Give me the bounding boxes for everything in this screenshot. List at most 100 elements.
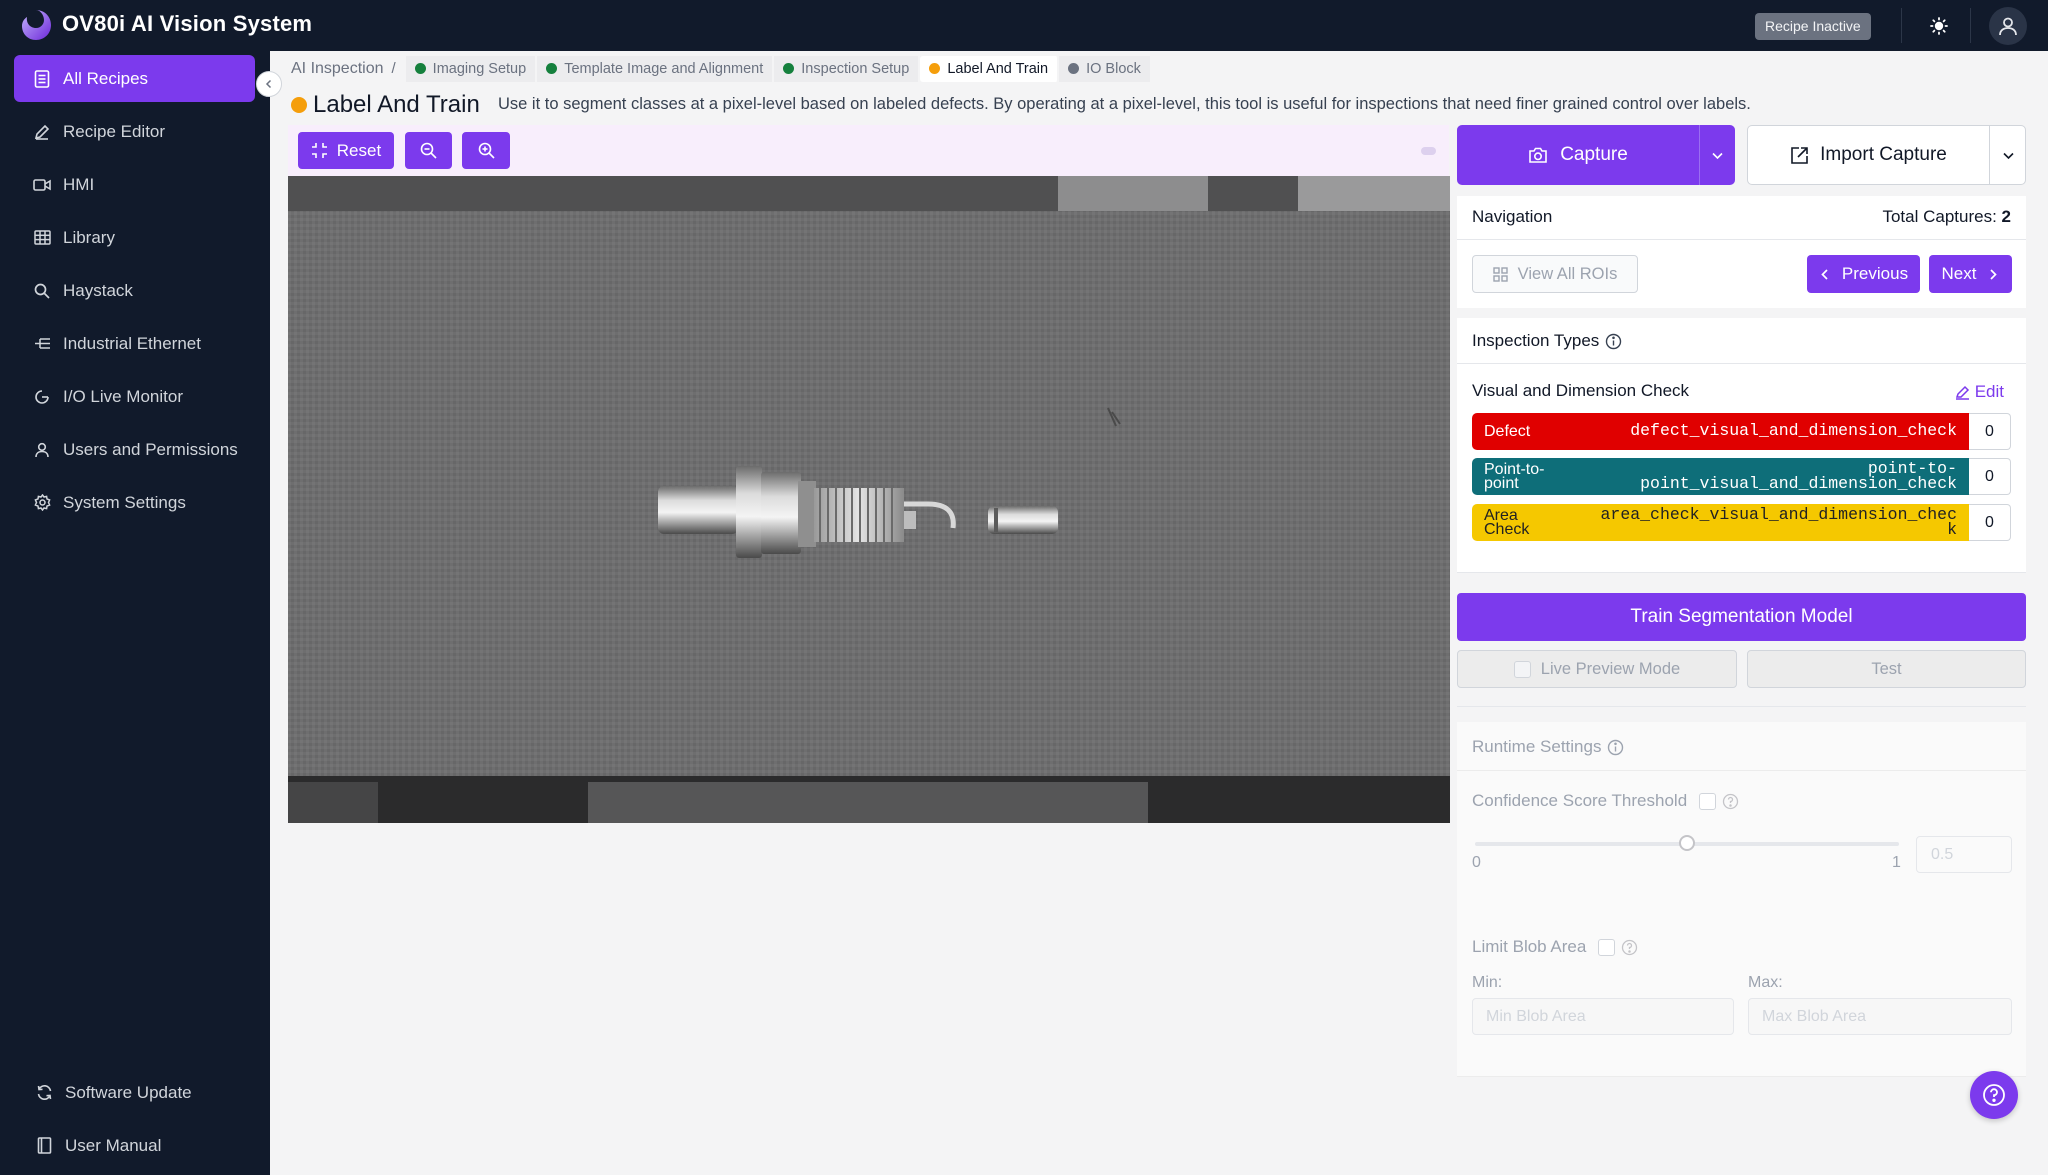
sidebar-item-io-live-monitor[interactable]: I/O Live Monitor: [14, 373, 255, 420]
status-dot: [414, 63, 426, 74]
divider: [1457, 1076, 2026, 1077]
chevron-left-icon: [265, 79, 272, 89]
inspection-types-title: Inspection Types: [1472, 331, 1600, 350]
sidebar-item-recipe-editor[interactable]: Recipe Editor: [14, 108, 255, 155]
live-preview-checkbox[interactable]: [1513, 660, 1531, 678]
inspection-tag-area-check[interactable]: Area Check area_check_visual_and_dimensi…: [1472, 504, 2012, 541]
help-button[interactable]: [1970, 1071, 2018, 1119]
help-icon[interactable]: [1621, 939, 1638, 956]
tag-label: Check: [1484, 521, 1530, 538]
confidence-label-text: Confidence Score Threshold: [1472, 791, 1688, 810]
live-preview-mode-button[interactable]: Live Preview Mode: [1457, 650, 1737, 688]
capture-image-canvas[interactable]: [288, 176, 1450, 823]
inspection-types-header: Inspection Types: [1472, 331, 1622, 351]
confidence-input[interactable]: 0.5: [1916, 836, 2012, 873]
sidebar-item-hmi[interactable]: HMI: [14, 161, 255, 208]
inspection-tag-point-to-point[interactable]: Point-to- point point-to- point_visual_a…: [1472, 458, 2012, 495]
document-icon: [33, 69, 51, 88]
reset-button[interactable]: Reset: [298, 132, 394, 169]
confidence-slider-thumb[interactable]: [1679, 835, 1695, 851]
page-title: Label And Train: [313, 91, 480, 118]
zoom-out-icon: [420, 142, 437, 159]
max-blob-area-input[interactable]: Max Blob Area: [1748, 998, 2012, 1035]
capture-button[interactable]: Capture: [1457, 125, 1735, 185]
chevron-down-icon: [2002, 152, 2014, 159]
total-captures-value: 2: [2001, 207, 2011, 226]
sidebar-item-industrial-ethernet[interactable]: Industrial Ethernet: [14, 320, 255, 367]
divider: [1457, 239, 2026, 240]
zoom-in-button[interactable]: [462, 132, 510, 169]
toolbar-indicator: [1421, 147, 1436, 155]
import-capture-button[interactable]: Import Capture: [1747, 125, 2026, 185]
capture-dropdown-button[interactable]: [1699, 125, 1735, 185]
step-label: Label And Train: [947, 60, 1049, 77]
pencil-icon: [1955, 385, 1969, 400]
help-icon[interactable]: [1722, 793, 1739, 810]
previous-button[interactable]: Previous: [1807, 255, 1920, 293]
step-tab-inspection-setup[interactable]: Inspection Setup: [774, 55, 921, 82]
min-blob-area-input[interactable]: Min Blob Area: [1472, 998, 1734, 1035]
next-button[interactable]: Next: [1929, 255, 2012, 293]
confidence-checkbox[interactable]: [1699, 792, 1717, 810]
train-segmentation-model-button[interactable]: Train Segmentation Model: [1457, 593, 2026, 641]
user-menu-button[interactable]: [1989, 7, 2027, 45]
sidebar-item-label: Library: [63, 227, 115, 247]
limit-blob-area-label: Limit Blob Area: [1472, 937, 1638, 957]
sidebar-item-haystack[interactable]: Haystack: [14, 267, 255, 314]
status-dot: [783, 63, 795, 74]
inspection-tag-defect[interactable]: Defect defect_visual_and_dimension_check…: [1472, 413, 2012, 450]
sidebar-item-label: HMI: [63, 174, 95, 194]
info-icon[interactable]: [1605, 333, 1622, 350]
step-tab-imaging-setup[interactable]: Imaging Setup: [405, 55, 538, 82]
step-label: Inspection Setup: [801, 60, 910, 77]
theme-toggle-button[interactable]: [1922, 9, 1955, 42]
recipe-status-badge: Recipe Inactive: [1755, 13, 1871, 40]
topbar-divider: [1901, 8, 1902, 43]
sidebar-item-label: User Manual: [65, 1135, 162, 1155]
divider: [1457, 363, 2026, 364]
zoom-out-button[interactable]: [405, 132, 452, 169]
fit-screen-icon: [311, 143, 327, 158]
step-tab-io-block[interactable]: IO Block: [1059, 55, 1152, 82]
blob-label-text: Limit Blob Area: [1472, 937, 1587, 956]
divider: [1457, 706, 2026, 707]
page-description: Use it to segment classes at a pixel-lev…: [498, 95, 1751, 113]
tag-label: Defect: [1484, 423, 1531, 440]
test-button[interactable]: Test: [1747, 650, 2026, 688]
sidebar-item-user-manual[interactable]: User Manual: [16, 1122, 257, 1169]
refresh-icon: [35, 1084, 53, 1102]
step-tab-template-image[interactable]: Template Image and Alignment: [537, 55, 775, 82]
sidebar-item-all-recipes[interactable]: All Recipes: [14, 55, 255, 102]
navigation-title: Navigation: [1472, 207, 1553, 226]
step-tab-label-and-train[interactable]: Label And Train: [920, 55, 1060, 82]
breadcrumb-root[interactable]: AI Inspection: [291, 60, 384, 78]
breadcrumb: AI Inspection / Imaging Setup Template I…: [291, 55, 1152, 82]
import-capture-main[interactable]: Import Capture: [1748, 126, 1989, 184]
view-all-rois-button[interactable]: View All ROIs: [1472, 255, 1638, 293]
slider-max-label: 1: [1892, 854, 1901, 871]
sidebar-item-library[interactable]: Library: [14, 214, 255, 261]
sidebar-collapse-button[interactable]: [256, 71, 282, 97]
edit-link[interactable]: Edit: [1955, 382, 2004, 402]
import-dropdown-button[interactable]: [1989, 126, 2026, 184]
check-name: Visual and Dimension Check: [1472, 381, 1690, 400]
camera-icon: [1529, 147, 1547, 163]
tag-code: area_check_visual_and_dimension_chec: [1600, 505, 1957, 524]
search-icon: [33, 282, 51, 300]
user-icon: [1999, 17, 2017, 36]
info-icon[interactable]: [1607, 739, 1624, 756]
inspection-types-panel: Inspection Types Visual and Dimension Ch…: [1457, 318, 2026, 573]
limit-blob-checkbox[interactable]: [1598, 938, 1616, 956]
capture-main[interactable]: Capture: [1457, 125, 1699, 185]
divider: [1457, 770, 2026, 771]
sidebar-item-label: All Recipes: [63, 68, 149, 88]
sidebar-item-software-update[interactable]: Software Update: [16, 1069, 257, 1116]
tag-code: k: [1947, 520, 1957, 539]
spark-plug-capture-image: [288, 176, 1450, 823]
status-dot: [546, 63, 558, 74]
top-bar: OV80i AI Vision System Recipe Inactive: [0, 0, 2048, 51]
app-logo-icon: [22, 10, 51, 40]
sidebar-item-users-and-permissions[interactable]: Users and Permissions: [14, 426, 255, 473]
step-label: Template Image and Alignment: [564, 60, 764, 77]
sidebar-item-system-settings[interactable]: System Settings: [14, 479, 255, 526]
